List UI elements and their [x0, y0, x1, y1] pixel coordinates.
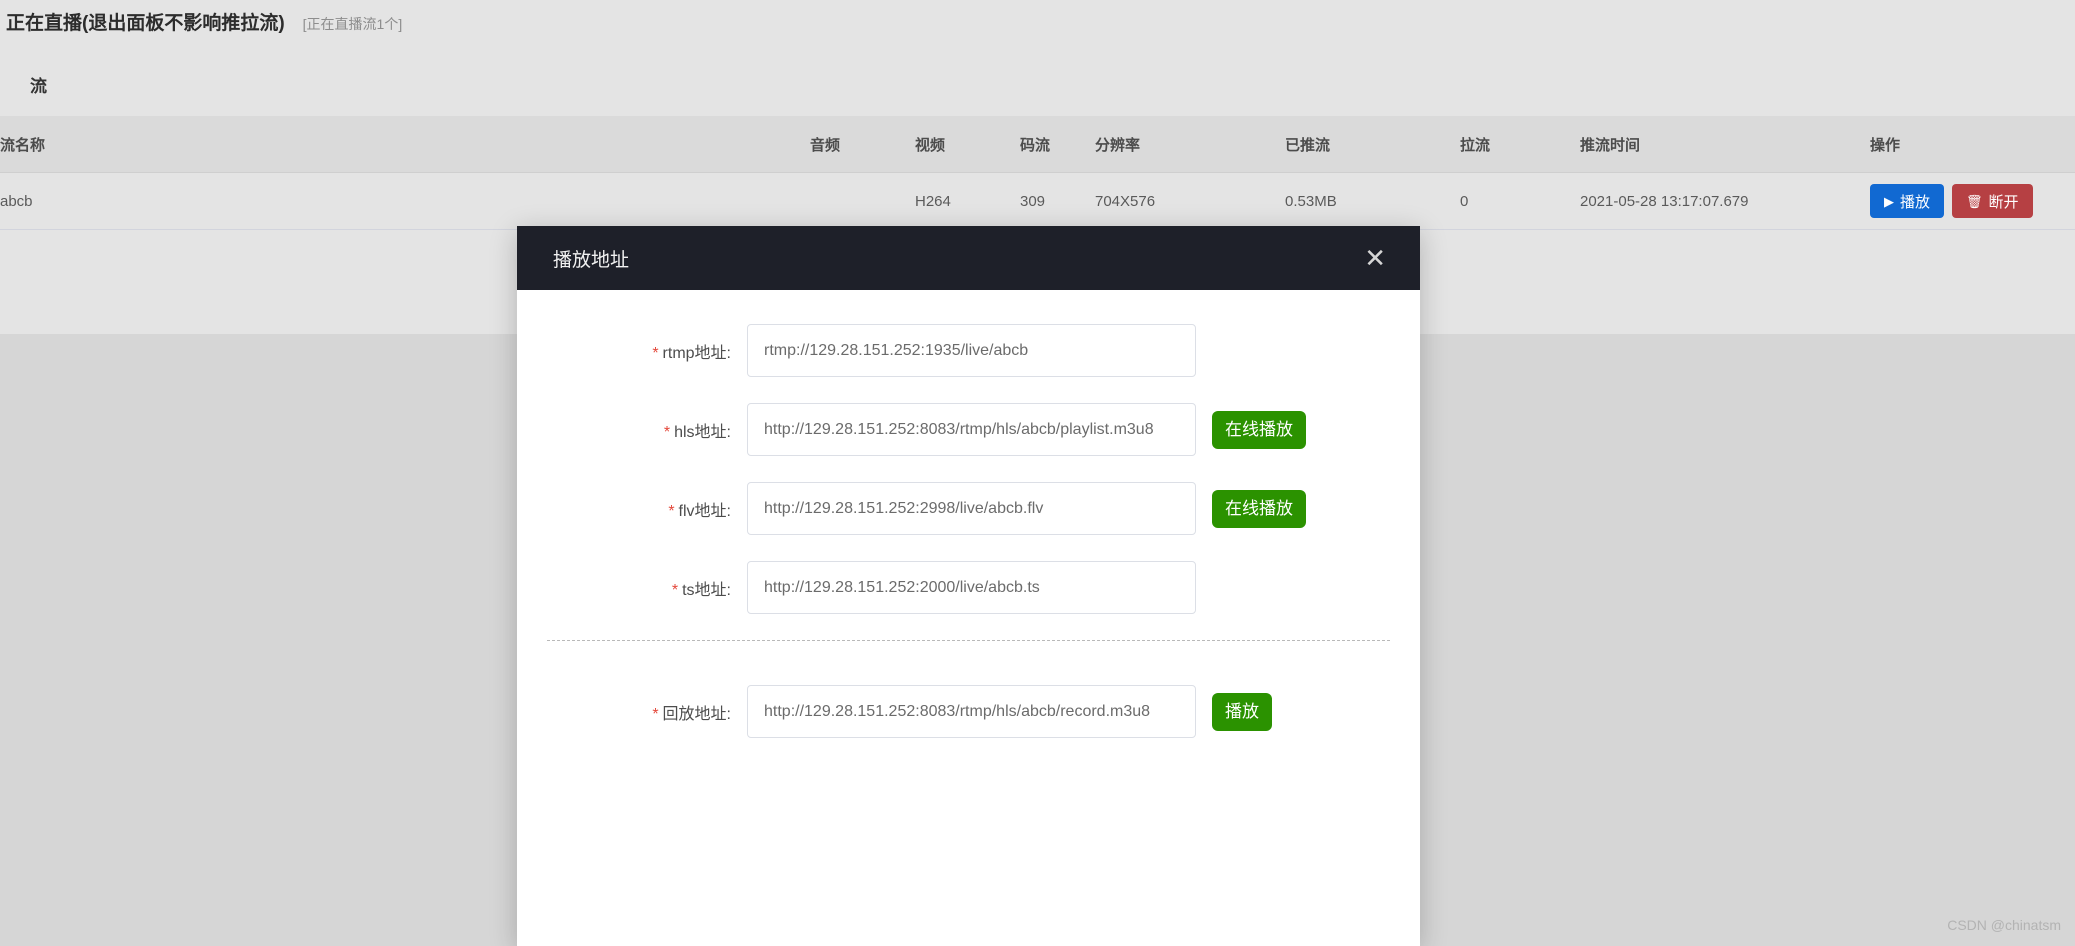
page-title: 正在直播(退出面板不影响推拉流) — [6, 13, 285, 34]
watermark: CSDN @chinatsm — [1947, 917, 2061, 933]
required-star: * — [652, 344, 659, 362]
form-row-playback: *回放地址: 播放 — [517, 685, 1420, 738]
dialog-title: 播放地址 — [553, 249, 630, 271]
required-star: * — [668, 502, 675, 520]
disconnect-button[interactable]: 🗑 断开 — [1952, 184, 2033, 218]
cell-push-time: 2021-05-28 13:17:07.679 — [1580, 172, 1870, 230]
column-header-operation: 操作 — [1870, 116, 2075, 173]
label-playback-address: * 回放地址: — [517, 700, 747, 724]
cell-operations: ▶ 播放 🗑 断开 — [1870, 172, 2075, 230]
column-header-audio: 音频 — [810, 116, 915, 173]
dialog-body: *rtmp地址: *hls地址: 在线播放 *flv地址: 在线播放 *ts地址… — [517, 290, 1420, 946]
column-header-name: 流名称 — [0, 116, 810, 173]
rtmp-address-input[interactable] — [747, 324, 1196, 377]
trash-icon: 🗑 — [1966, 193, 1983, 209]
column-header-pushed: 已推流 — [1285, 116, 1460, 173]
column-header-resolution: 分辨率 — [1095, 116, 1285, 173]
form-row-flv: *flv地址: 在线播放 — [517, 482, 1420, 535]
form-row-rtmp: * rtmp地址: — [517, 324, 1420, 377]
hls-address-input[interactable] — [747, 403, 1196, 456]
stream-panel-title: 流 — [30, 77, 47, 96]
column-header-video: 视频 — [915, 116, 1020, 173]
dialog-header: 播放地址 ✕ — [517, 226, 1420, 290]
table-header-row: 流名称 音频 视频 码流 分辨率 已推流 拉流 推流时间 操作 — [0, 116, 2075, 173]
label-ts-address: * ts地址: — [517, 576, 747, 600]
cell-pull: 0 — [1460, 172, 1580, 230]
playback-play-button[interactable]: 播放 — [1212, 692, 1272, 731]
form-row-hls: *hls地址: 在线播放 — [517, 403, 1420, 456]
close-icon[interactable]: ✕ — [1360, 245, 1390, 271]
form-row-ts: * ts地址: — [517, 561, 1420, 614]
label-ts-text: ts地址: — [682, 581, 731, 599]
required-star: * — [652, 705, 659, 723]
label-rtmp-address: * rtmp地址: — [517, 339, 747, 363]
label-playback-text: 回放地址: — [662, 705, 731, 723]
cell-pushed: 0.53MB — [1285, 172, 1460, 230]
disconnect-button-label: 断开 — [1988, 193, 2019, 211]
cell-stream-name: abcb — [0, 172, 810, 230]
playback-address-input[interactable] — [747, 685, 1196, 738]
label-hls-address: * hls地址: — [517, 418, 747, 442]
table-row: abcb H264 309 704X576 0.53MB 0 2021-05-2… — [0, 172, 2075, 230]
required-star: * — [663, 423, 671, 441]
play-button[interactable]: ▶ 播放 — [1870, 184, 1945, 218]
play-address-dialog: 播放地址 ✕ *rtmp地址: *hls地址: 在线播放 *flv地址: 在线播… — [517, 226, 1420, 946]
required-star: * — [671, 581, 679, 599]
live-stream-count: [正在直播流1个] — [302, 16, 403, 32]
label-flv-text: flv地址: — [678, 502, 731, 520]
flv-online-play-button[interactable]: 在线播放 — [1212, 489, 1306, 528]
cell-audio — [810, 172, 915, 230]
flv-address-input[interactable] — [747, 482, 1196, 535]
label-flv-address: * flv地址: — [517, 497, 747, 521]
play-triangle-icon: ▶ — [1884, 193, 1894, 209]
hls-online-play-button[interactable]: 在线播放 — [1212, 410, 1306, 449]
stream-panel: 流 流名称 音频 视频 码流 分辨率 已推流 拉流 推流时间 操作 abcb H… — [0, 58, 2075, 230]
column-header-pull: 拉流 — [1460, 116, 1580, 173]
ts-address-input[interactable] — [747, 561, 1196, 614]
label-hls-text: hls地址: — [674, 423, 731, 441]
stream-table: 流名称 音频 视频 码流 分辨率 已推流 拉流 推流时间 操作 abcb H26… — [0, 116, 2075, 230]
cell-bitrate: 309 — [1020, 172, 1095, 230]
column-header-bitrate: 码流 — [1020, 116, 1095, 173]
cell-video: H264 — [915, 172, 1020, 230]
page-header: 正在直播(退出面板不影响推拉流) [正在直播流1个] — [0, 8, 2075, 42]
column-header-push-time: 推流时间 — [1580, 116, 1870, 173]
playback-section: *回放地址: 播放 — [517, 641, 1420, 738]
play-button-label: 播放 — [1900, 193, 1931, 211]
cell-resolution: 704X576 — [1095, 172, 1285, 230]
label-rtmp-text: rtmp地址: — [662, 344, 731, 362]
